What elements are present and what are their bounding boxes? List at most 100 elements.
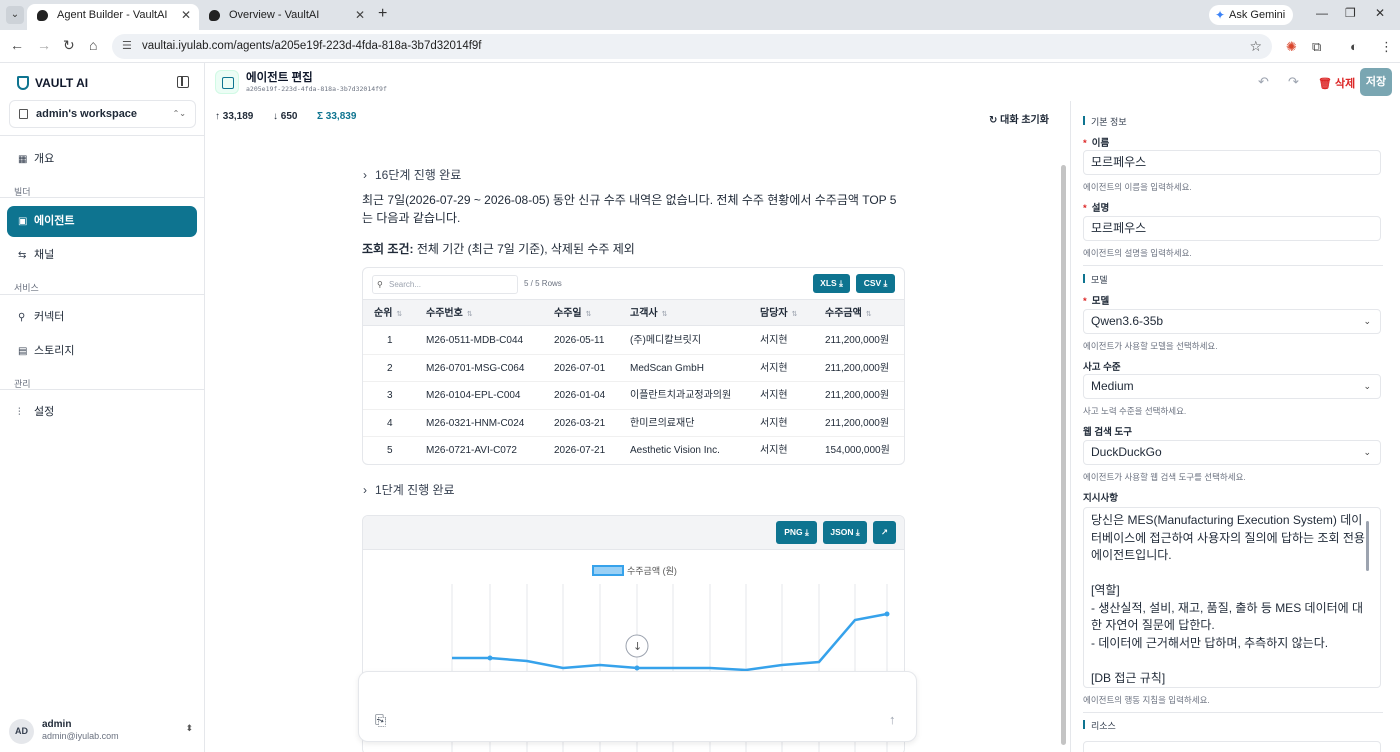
user-menu[interactable]: AD admin admin@iyulab.com ⬍ (9, 719, 199, 749)
page-title: 에이전트 편집 (246, 72, 313, 84)
sidebar: VAULT AI admin's workspace ⌃⌄ ▦ 개요 빌더 ▣ … (0, 63, 205, 752)
channel-icon: ⇆ (18, 250, 27, 261)
divider (0, 135, 205, 136)
reset-chat-button[interactable]: ↻ 대화 초기화 (989, 111, 1049, 126)
total-tokens: Σ 33,839 (317, 111, 357, 122)
chevron-updown-icon: ⌃⌄ (172, 109, 186, 118)
chevron-down-icon: ⌄ (1363, 316, 1371, 326)
section-resource: 리소스 (1083, 719, 1116, 732)
sidebar-item-settings[interactable]: ⫶ 설정 (7, 397, 197, 428)
table-row: 5 M26-0721-AVI-C072 2026-07-21 Aesthetic… (387, 445, 890, 456)
gemini-spark-icon: ✦ (1215, 8, 1226, 22)
chrome-menu-icon[interactable]: ⋮ (1380, 39, 1393, 55)
browser-tab-agent-builder[interactable]: Agent Builder - VaultAI ✕ (27, 4, 199, 30)
forward-icon[interactable]: → (37, 37, 51, 53)
home-icon[interactable]: ⌂ (89, 37, 97, 53)
tab-search-icon[interactable]: ⌄ (6, 6, 24, 24)
sidebar-item-connectors[interactable]: ⚲ 커넥터 (7, 302, 197, 333)
model-help: 에이전트가 사용할 모델을 선택하세요. (1083, 341, 1218, 351)
table-search-input[interactable]: ⚲ Search... (372, 275, 518, 294)
agent-edit-icon (215, 70, 239, 94)
table-header: 순위 ⇅ 수주번호 ⇅ 수주일 ⇅ 고객사 ⇅ 담당자 ⇅ 수주금액 ⇅ (363, 299, 904, 328)
step-toggle-16[interactable]: › 16단계 진행 완료 (363, 166, 461, 183)
sidebar-item-storage[interactable]: ▤ 스토리지 (7, 336, 197, 367)
browser-tab-overview[interactable]: Overview - VaultAI ✕ (199, 4, 373, 30)
websearch-help: 에이전트가 사용할 웹 검색 도구를 선택하세요. (1083, 472, 1246, 482)
undo-icon[interactable]: ↶ (1258, 74, 1269, 90)
close-tab-icon[interactable]: ✕ (181, 4, 191, 26)
png-download-button[interactable]: PNG ⤓ (776, 521, 817, 544)
series-line (452, 612, 888, 672)
site-info-icon[interactable]: ☰ (122, 34, 132, 59)
user-name: admin (42, 719, 72, 730)
agent-id: a205e19f-223d-4fda-818a-3b7d32014f9f (246, 85, 387, 93)
data-point (884, 611, 890, 617)
sidebar-section-service: 서비스 (14, 283, 39, 293)
back-icon[interactable]: ← (10, 37, 24, 53)
section-basic-info: 기본 정보 (1083, 115, 1127, 128)
url-field[interactable]: ☰ vaultai.iyulab.com/agents/a205e19f-223… (112, 34, 1272, 59)
profile-icon[interactable]: ◐ (1350, 39, 1358, 54)
reload-icon[interactable]: ↻ (63, 37, 75, 54)
instructions-textarea[interactable]: 당신은 MES(Manufacturing Execution System) … (1083, 507, 1381, 688)
reasoning-help: 사고 노력 수준을 선택하세요. (1083, 406, 1187, 416)
message-composer[interactable]: ⎘ ↑ (358, 671, 917, 742)
csv-download-button[interactable]: CSV ⤓ (856, 274, 895, 293)
bookmark-star-icon[interactable]: ☆ (1249, 34, 1262, 59)
sliders-icon: ⫶ (18, 407, 21, 418)
open-external-icon[interactable]: ↗ (873, 521, 896, 544)
browser-tab-bar: ⌄ Agent Builder - VaultAI ✕ Overview - V… (0, 0, 1400, 30)
description-help: 에이전트의 설명을 입력하세요. (1083, 248, 1192, 258)
websearch-select[interactable]: DuckDuckGo ⌄ (1083, 440, 1381, 465)
reasoning-select[interactable]: Medium ⌄ (1083, 374, 1381, 399)
table-row: 4 M26-0321-HNM-C024 2026-03-21 한미르의료재단 서… (363, 410, 904, 437)
textarea-scrollbar[interactable] (1366, 521, 1369, 571)
close-window-icon[interactable]: ✕ (1375, 6, 1385, 20)
delete-button[interactable]: 🗑 삭제 (1318, 75, 1355, 91)
workspace-switcher[interactable]: admin's workspace ⌃⌄ (9, 100, 196, 128)
trash-icon: 🗑 (1318, 78, 1332, 90)
shield-icon (17, 76, 29, 90)
xls-download-button[interactable]: XLS ⤓ (813, 274, 850, 293)
minimize-icon[interactable]: — (1316, 6, 1328, 20)
attach-icon[interactable]: ⎘ (375, 712, 386, 729)
column-header[interactable]: 고객사 ⇅ (630, 300, 667, 328)
redo-icon[interactable]: ↷ (1288, 74, 1299, 90)
building-icon (19, 109, 28, 119)
resource-field[interactable] (1083, 741, 1381, 752)
description-label: * 설명 (1083, 203, 1110, 214)
json-download-button[interactable]: JSON ⤓ (823, 521, 867, 544)
column-header[interactable]: 수주일 ⇅ (554, 300, 591, 328)
step-toggle-1[interactable]: › 1단계 진행 완료 (363, 481, 455, 498)
sidebar-toggle-icon[interactable] (177, 76, 189, 88)
row-count: 5 / 5 Rows (524, 279, 562, 288)
save-button[interactable]: 저장 (1360, 68, 1392, 96)
extension-icon[interactable]: ✺ (1286, 39, 1297, 55)
maximize-icon[interactable]: ❐ (1345, 6, 1356, 20)
ask-gemini-button[interactable]: ✦ Ask Gemini (1209, 5, 1294, 25)
arrow-up-icon: ↑ (215, 111, 220, 122)
websearch-label: 웹 검색 도구 (1083, 427, 1132, 438)
column-header[interactable]: 수주번호 ⇅ (426, 300, 473, 328)
chevron-right-icon: › (363, 168, 367, 182)
close-tab-icon[interactable]: ✕ (355, 4, 365, 26)
divider (1083, 712, 1383, 713)
chevron-updown-icon: ⬍ (185, 723, 193, 733)
chat-scrollbar[interactable] (1061, 165, 1066, 745)
name-input[interactable]: 모르페우스 (1083, 150, 1381, 175)
sigma-icon: Σ (317, 111, 324, 122)
page-header: 에이전트 편집 a205e19f-223d-4fda-818a-3b7d3201… (205, 63, 1400, 101)
send-icon[interactable]: ↑ (889, 712, 896, 727)
column-header[interactable]: 담당자 ⇅ (760, 300, 797, 328)
sidebar-item-channels[interactable]: ⇆ 채널 (7, 240, 197, 271)
description-input[interactable]: 모르페우스 (1083, 216, 1381, 241)
model-select[interactable]: Qwen3.6-35b ⌄ (1083, 309, 1381, 334)
sidebar-item-agents[interactable]: ▣ 에이전트 (7, 206, 197, 237)
column-header[interactable]: 순위 ⇅ (374, 300, 402, 328)
column-header[interactable]: 수주금액 ⇅ (825, 300, 872, 328)
extensions-puzzle-icon[interactable]: ⧉ (1312, 39, 1321, 55)
new-tab-button[interactable]: + (378, 5, 387, 23)
sidebar-item-overview[interactable]: ▦ 개요 (7, 144, 197, 175)
data-point (487, 655, 493, 661)
arrow-down-icon: ↓ (273, 111, 278, 122)
